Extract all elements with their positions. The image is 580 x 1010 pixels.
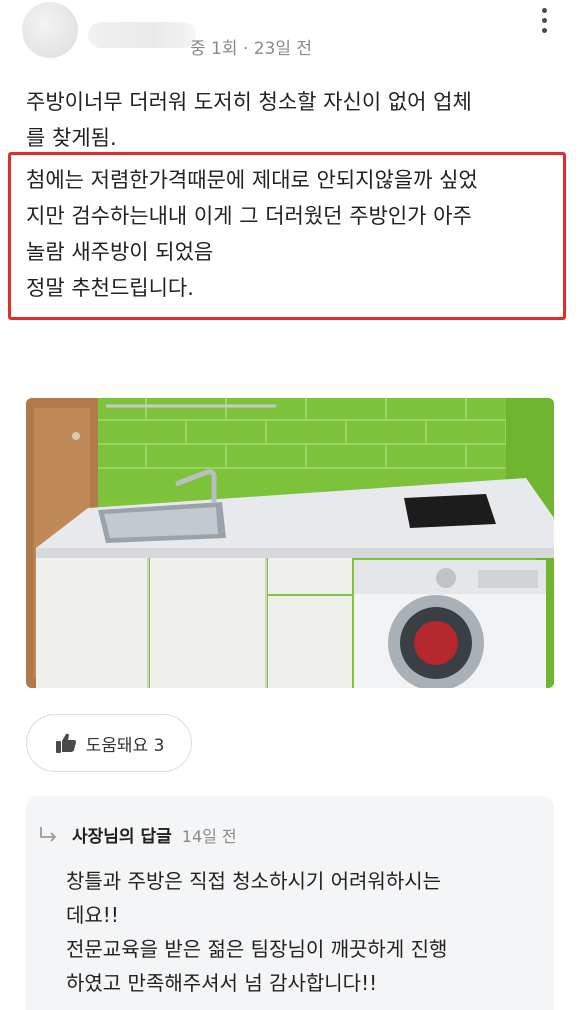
reply-line: 창틀과 주방은 직접 청소하시기 어려워하시는 [66,869,442,893]
review-line: 를 찾게됨. [26,126,117,150]
review-photo[interactable] [26,398,554,688]
kitchen-photo-illustration [26,398,554,688]
thumbs-up-icon [55,733,76,753]
reply-text: 창틀과 주방은 직접 청소하시기 어려워하시는 데요!! 전문교육을 받은 젊은… [66,864,546,1000]
avatar[interactable] [22,2,78,58]
owner-reply: 사장님의 답글 14일 전 창틀과 주방은 직접 청소하시기 어려워하시는 데요… [26,796,554,1010]
reply-arrow-icon [40,826,57,842]
review-line: 주방이너무 더러워 도저히 청소할 자신이 없어 업체 [26,90,472,114]
more-vertical-icon[interactable] [534,6,554,36]
reply-author: 사장님의 답글 [72,827,172,847]
review-meta: 중 1회 · 23일 전 [190,39,313,59]
review-line: 지만 검수하는내내 이게 그 더러웠던 주방인가 아주 [26,204,472,228]
review-line: 정말 추천드립니다. [26,276,194,300]
review-intro: 주방이너무 더러워 도저히 청소할 자신이 없어 업체 를 찾게됨. [26,84,556,156]
helpful-label: 도움돼요 3 [85,735,165,756]
review-highlighted-text: 첨에는 저렴한가격때문에 제대로 안되지않을까 싶었 지만 검수하는내내 이게 … [26,162,556,306]
blurred-username [88,22,196,48]
reply-line: 하였고 만족해주셔서 넘 감사합니다!! [66,971,378,995]
reply-date: 14일 전 [181,826,237,846]
helpful-button[interactable]: 도움돼요 3 [26,714,192,772]
reply-header: 사장님의 답글 14일 전 [38,822,237,847]
review-header: 중 1회 · 23일 전 [0,0,580,70]
review-line: 첨에는 저렴한가격때문에 제대로 안되지않을까 싶었 [26,168,478,192]
review-line: 놀람 새주방이 되었음 [26,240,214,264]
reply-line: 전문교육을 받은 젊은 팀장님이 깨끗하게 진행 [66,937,448,961]
reply-line: 데요!! [66,903,119,927]
